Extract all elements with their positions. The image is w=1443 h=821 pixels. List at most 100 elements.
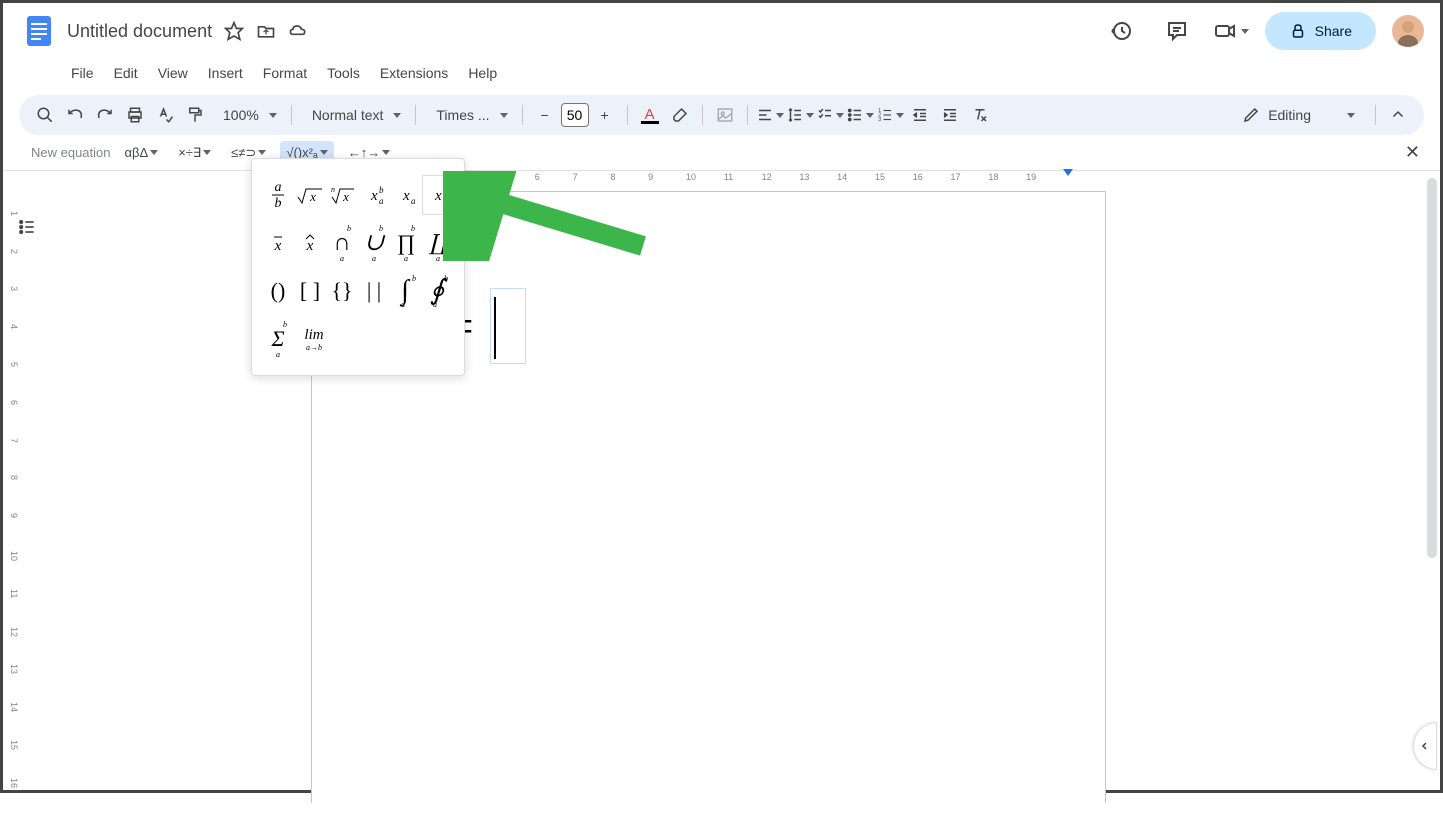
math-braces[interactable]: {}: [326, 271, 358, 311]
equation-cursor-box[interactable]: [490, 288, 526, 364]
svg-text:n: n: [331, 185, 335, 194]
text-color-button[interactable]: A: [636, 101, 664, 129]
checklist-icon[interactable]: [816, 101, 844, 129]
math-union[interactable]: b∪a: [358, 223, 390, 263]
operators-dropdown[interactable]: ×÷∃: [172, 141, 217, 165]
math-limit[interactable]: lima→b: [294, 319, 334, 359]
clear-formatting-icon[interactable]: [966, 101, 994, 129]
chevron-down-icon: [1347, 113, 1355, 118]
math-coproduct[interactable]: b∐a: [422, 223, 454, 263]
chevron-down-icon: [776, 113, 784, 118]
math-hat[interactable]: x: [294, 223, 326, 263]
math-superscript[interactable]: xb: [422, 175, 454, 215]
print-icon[interactable]: [121, 101, 149, 129]
pencil-icon: [1242, 106, 1260, 124]
math-abs[interactable]: | |: [358, 271, 390, 311]
svg-text:a: a: [276, 350, 280, 359]
toolbar: 100% Normal text Times ... − + A 123 Edi…: [19, 95, 1424, 135]
redo-icon[interactable]: [91, 101, 119, 129]
math-bar[interactable]: x: [262, 223, 294, 263]
svg-text:3: 3: [878, 117, 881, 123]
math-parens[interactable]: (): [262, 271, 294, 311]
svg-text:x: x: [306, 238, 314, 254]
menu-insert[interactable]: Insert: [200, 61, 251, 85]
menu-edit[interactable]: Edit: [106, 61, 146, 85]
greek-letters-dropdown[interactable]: αβΔ: [119, 141, 165, 164]
chevron-down-icon: [1241, 29, 1249, 34]
scrollbar[interactable]: [1427, 178, 1437, 558]
highlight-color-icon[interactable]: [666, 101, 694, 129]
equation-content[interactable]: 6 =: [408, 288, 1009, 364]
title-area: Untitled document: [67, 21, 1101, 42]
docs-logo[interactable]: [19, 11, 59, 51]
chevron-down-icon: [269, 113, 277, 118]
math-contour-integral[interactable]: b∮a: [422, 271, 454, 311]
menu-file[interactable]: File: [63, 61, 102, 85]
history-icon[interactable]: [1101, 11, 1141, 51]
menu-format[interactable]: Format: [255, 61, 315, 85]
chevron-down-icon: [806, 113, 814, 118]
line-spacing-icon[interactable]: [786, 101, 814, 129]
move-icon[interactable]: [256, 21, 276, 41]
menu-extensions[interactable]: Extensions: [372, 61, 456, 85]
math-subscript[interactable]: xa: [390, 175, 422, 215]
lock-icon: [1289, 22, 1307, 40]
svg-text:∐: ∐: [428, 230, 450, 255]
svg-text:b: b: [412, 274, 416, 283]
style-dropdown[interactable]: Normal text: [300, 107, 408, 123]
svg-text:a→b: a→b: [306, 343, 322, 352]
font-dropdown[interactable]: Times ...: [424, 107, 513, 123]
cloud-icon[interactable]: [288, 21, 308, 41]
svg-text:b: b: [443, 185, 448, 195]
meet-icon[interactable]: [1213, 11, 1249, 51]
svg-text:a: a: [379, 196, 384, 206]
bullet-list-icon[interactable]: [846, 101, 874, 129]
zoom-dropdown[interactable]: 100%: [211, 107, 283, 123]
decrease-indent-icon[interactable]: [906, 101, 934, 129]
font-size-input[interactable]: [561, 103, 589, 127]
close-icon[interactable]: ✕: [1405, 142, 1420, 163]
outline-icon[interactable]: [11, 211, 43, 243]
new-equation-label[interactable]: New equation: [31, 145, 111, 160]
math-fraction[interactable]: ab: [262, 175, 294, 215]
font-size-increase[interactable]: +: [591, 101, 619, 129]
font-size-decrease[interactable]: −: [531, 101, 559, 129]
math-nth-root[interactable]: nx: [326, 175, 358, 215]
svg-text:a: a: [275, 180, 282, 195]
math-intersection[interactable]: b∩a: [326, 223, 358, 263]
divider: [627, 105, 628, 125]
increase-indent-icon[interactable]: [936, 101, 964, 129]
insert-image-icon[interactable]: [711, 101, 739, 129]
format-paint-icon[interactable]: [181, 101, 209, 129]
svg-text:∏: ∏: [397, 230, 415, 255]
collapse-toolbar-icon[interactable]: [1384, 101, 1412, 129]
avatar[interactable]: [1392, 15, 1424, 47]
math-product[interactable]: b∏a: [390, 223, 422, 263]
math-sub-sup[interactable]: xba: [358, 175, 390, 215]
svg-text:x: x: [370, 188, 378, 204]
svg-text:a: a: [372, 254, 376, 263]
divider: [415, 105, 416, 125]
editing-mode-button[interactable]: Editing: [1230, 106, 1367, 124]
comment-icon[interactable]: [1157, 11, 1197, 51]
share-button[interactable]: Share: [1265, 12, 1376, 50]
menu-help[interactable]: Help: [460, 61, 505, 85]
star-icon[interactable]: [224, 21, 244, 41]
spellcheck-icon[interactable]: [151, 101, 179, 129]
math-sqrt[interactable]: x: [294, 175, 326, 215]
svg-text:lim: lim: [304, 327, 323, 343]
undo-icon[interactable]: [61, 101, 89, 129]
svg-text:x: x: [309, 189, 316, 204]
math-integral[interactable]: b∫a: [390, 271, 422, 311]
numbered-list-icon[interactable]: 123: [876, 101, 904, 129]
menu-view[interactable]: View: [150, 61, 196, 85]
svg-text:a: a: [401, 300, 405, 309]
math-brackets[interactable]: [ ]: [294, 271, 326, 311]
header: Untitled document Share: [3, 3, 1440, 59]
align-icon[interactable]: [756, 101, 784, 129]
search-icon[interactable]: [31, 101, 59, 129]
svg-text:a: a: [436, 254, 440, 263]
doc-title[interactable]: Untitled document: [67, 21, 212, 42]
menu-tools[interactable]: Tools: [319, 61, 368, 85]
math-sum[interactable]: bΣa: [262, 319, 294, 359]
